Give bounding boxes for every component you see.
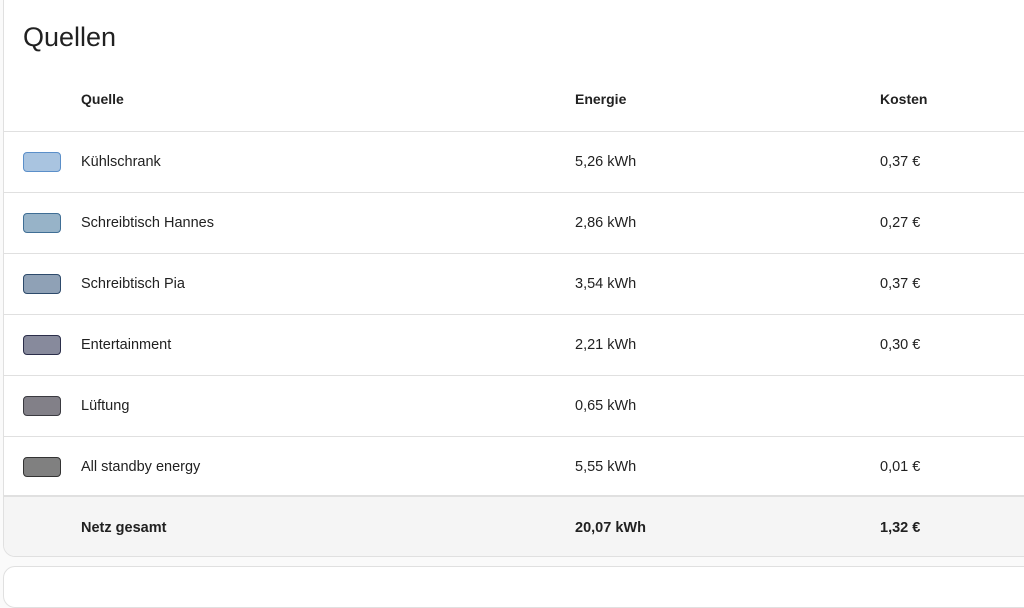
source-energy: 3,54 kWh <box>575 276 637 292</box>
source-name: Schreibtisch Pia <box>81 276 185 292</box>
source-cost: 0,37 € <box>880 276 921 292</box>
source-name: Kühlschrank <box>81 154 161 170</box>
source-name: Lüftung <box>81 398 130 414</box>
sources-card: Quellen Quelle Energie Kosten Kühlschran… <box>3 0 1024 557</box>
color-swatch-icon <box>23 335 61 355</box>
table-row: Lüftung 0,65 kWh <box>4 376 1024 437</box>
source-name: Schreibtisch Hannes <box>81 215 214 231</box>
table-row: Entertainment 2,21 kWh 0,30 € <box>4 315 1024 376</box>
table-row: All standby energy 5,55 kWh 0,01 € <box>4 437 1024 498</box>
source-energy: 0,65 kWh <box>575 398 637 414</box>
source-cost: 0,01 € <box>880 459 921 475</box>
source-energy: 2,21 kWh <box>575 337 637 353</box>
color-swatch-icon <box>23 396 61 416</box>
source-name: All standby energy <box>81 459 201 475</box>
source-cost: 0,27 € <box>880 215 921 231</box>
total-cost: 1,32 € <box>880 519 921 536</box>
color-swatch-icon <box>23 213 61 233</box>
color-swatch-icon <box>23 274 61 294</box>
table-row: Schreibtisch Hannes 2,86 kWh 0,27 € <box>4 193 1024 254</box>
total-label: Netz gesamt <box>81 519 167 536</box>
source-name: Entertainment <box>81 337 172 353</box>
header-source: Quelle <box>81 90 124 107</box>
card-title: Quellen <box>23 22 117 52</box>
total-energy: 20,07 kWh <box>575 519 646 536</box>
table-header: Quelle Energie Kosten <box>4 66 1024 132</box>
source-energy: 2,86 kWh <box>575 215 637 231</box>
color-swatch-icon <box>23 152 61 172</box>
table-row: Schreibtisch Pia 3,54 kWh 0,37 € <box>4 254 1024 315</box>
next-card <box>3 566 1024 608</box>
table-row: Kühlschrank 5,26 kWh 0,37 € <box>4 132 1024 193</box>
source-energy: 5,55 kWh <box>575 459 637 475</box>
header-cost: Kosten <box>880 90 928 107</box>
header-energy: Energie <box>575 90 627 107</box>
total-row: Netz gesamt 20,07 kWh 1,32 € <box>4 495 1024 556</box>
source-energy: 5,26 kWh <box>575 154 637 170</box>
source-cost: 0,37 € <box>880 154 921 170</box>
source-cost: 0,30 € <box>880 337 921 353</box>
color-swatch-icon <box>23 457 61 477</box>
